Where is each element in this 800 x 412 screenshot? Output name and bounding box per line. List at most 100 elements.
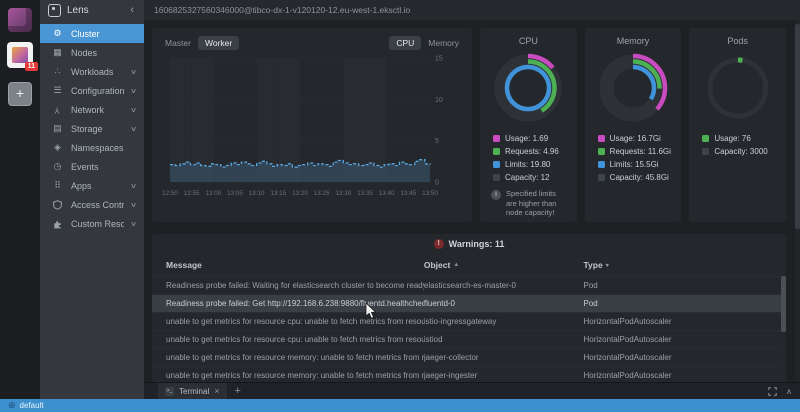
cluster-name: 1606825327560346000@tibco-dx-1-v120120-1… <box>154 5 411 15</box>
legend-item: Capacity: 12 <box>493 171 577 184</box>
legend-swatch <box>493 135 500 142</box>
chevron-down-icon: ∨ <box>129 87 138 95</box>
table-scrollbar-thumb[interactable] <box>781 276 786 332</box>
tab-master[interactable]: Master <box>158 36 198 50</box>
legend-label: Requests: 11.6Gi <box>609 147 671 156</box>
new-terminal-button[interactable]: + <box>235 385 241 397</box>
legend-label: Usage: 1.69 <box>505 134 549 143</box>
svg-text:13:20: 13:20 <box>292 190 308 197</box>
main-scrollbar-thumb[interactable] <box>795 24 800 229</box>
tab-memory[interactable]: Memory <box>421 36 466 50</box>
expand-dock-icon[interactable] <box>768 386 777 396</box>
legend-swatch <box>702 148 710 155</box>
namespace-globe-icon: ⊕ <box>8 400 16 410</box>
svg-text:5: 5 <box>435 138 439 145</box>
table-row[interactable]: unable to get metrics for resource cpu: … <box>152 312 786 330</box>
cluster-cube-icon <box>12 47 28 63</box>
sidebar-header: Lens ‹ <box>40 0 144 20</box>
table-row[interactable]: unable to get metrics for resource cpu: … <box>152 330 786 348</box>
donut-chart-cpu <box>494 53 563 123</box>
svg-text:13:45: 13:45 <box>400 190 416 197</box>
metric-card-pods: Pods Usage: 76 Capacity: 3000 <box>689 28 787 222</box>
sort-icon: ▾ <box>605 262 609 269</box>
legend-item: Usage: 16.7Gi <box>597 132 682 145</box>
collapse-dock-icon[interactable]: ∧ <box>786 387 792 396</box>
warning-count-badge: 11 <box>24 62 38 71</box>
sidebar-collapse-icon[interactable]: ‹ <box>128 4 136 16</box>
active-namespace[interactable]: default <box>20 401 44 410</box>
legend-item: Limits: 15.5Gi <box>597 158 682 171</box>
cluster-title-bar: 1606825327560346000@tibco-dx-1-v120120-1… <box>144 0 800 20</box>
svg-text:13:00: 13:00 <box>205 190 221 197</box>
warnings-title: Warnings: 11 <box>448 239 505 249</box>
metric-card-cpu: CPU Usage: 1.69 Requests: 4.96 Limits: 19.8… <box>480 28 577 222</box>
column-message[interactable]: Message <box>166 260 424 270</box>
svg-text:10: 10 <box>435 97 443 104</box>
sidebar-item-cluster[interactable]: ⚙ Cluster <box>40 24 144 43</box>
donut-chart-pods <box>707 57 769 119</box>
donut-legend: Usage: 16.7Gi Requests: 11.6Gi Limits: 15.… <box>585 126 682 184</box>
namespaces-icon: ◈ <box>54 142 61 152</box>
svg-text:0: 0 <box>435 180 439 187</box>
sidebar-item-workloads[interactable]: ∴ Workloads ∨ <box>40 62 144 81</box>
active-cluster-icon[interactable]: 11 <box>7 42 38 71</box>
sidebar-nav: ⚙ Cluster ▦ Nodes ∴ Workloads ∨ ☰ Config… <box>40 24 144 233</box>
storage-icon: ▤ <box>53 123 62 133</box>
table-row[interactable]: Readiness probe failed: Waiting for elas… <box>152 276 786 294</box>
chart-tabs: Master Worker CPU Memory <box>158 34 466 52</box>
catalog-cube-icon[interactable] <box>8 8 32 32</box>
main-area: 1606825327560346000@tibco-dx-1-v120120-1… <box>144 0 800 399</box>
warnings-table-body: Readiness probe failed: Waiting for elas… <box>152 276 786 382</box>
puzzle-icon <box>51 218 64 228</box>
sort-asc-icon: ▲ <box>453 262 460 268</box>
legend-label: Requests: 4.96 <box>505 147 559 156</box>
svg-text:13:30: 13:30 <box>335 190 351 197</box>
cluster-gear-icon: ⚙ <box>53 28 62 38</box>
chevron-down-icon: ∨ <box>129 182 138 190</box>
close-terminal-icon[interactable]: × <box>214 386 219 396</box>
legend-swatch <box>597 161 605 168</box>
table-row-hovered[interactable]: Readiness probe failed: Get http://192.1… <box>152 294 786 312</box>
sidebar-item-apps[interactable]: ⠿ Apps ∨ <box>40 176 144 195</box>
donut-legend: Usage: 76 Capacity: 3000 <box>689 126 786 158</box>
sidebar-item-namespaces[interactable]: ◈ Namespaces <box>40 138 144 157</box>
legend-item: Requests: 4.96 <box>493 145 577 158</box>
lens-logo-icon <box>48 3 61 17</box>
svg-text:13:05: 13:05 <box>227 190 243 197</box>
svg-text:15: 15 <box>435 56 443 63</box>
legend-item: Requests: 11.6Gi <box>597 145 682 158</box>
column-object[interactable]: Object ▲ <box>424 260 584 270</box>
metric-card-memory: Memory Usage: 16.7Gi Requests: 11.6Gi Limit… <box>584 28 682 222</box>
chevron-down-icon: ∨ <box>129 220 138 228</box>
legend-swatch <box>597 174 605 181</box>
cluster-overview: Master Worker CPU Memory 0 5 10 15 12:50 12:5… <box>144 20 800 382</box>
configuration-icon: ☰ <box>53 85 62 95</box>
table-row[interactable]: unable to get metrics for resource memor… <box>152 348 786 366</box>
terminal-tab[interactable]: >_ Terminal × <box>158 383 227 399</box>
legend-label: Limits: 15.5Gi <box>609 160 659 169</box>
table-row[interactable]: unable to get metrics for resource memor… <box>152 366 786 382</box>
chevron-down-icon: ∨ <box>129 68 138 76</box>
info-icon: i <box>491 190 501 200</box>
svg-text:13:25: 13:25 <box>314 190 330 197</box>
tab-worker[interactable]: Worker <box>197 36 240 50</box>
legend-swatch <box>493 174 500 181</box>
sidebar-item-events[interactable]: ◷ Events <box>40 157 144 176</box>
sidebar-item-configuration[interactable]: ☰ Configuration ∨ <box>40 81 144 100</box>
column-type[interactable]: Type ▾ <box>584 260 781 270</box>
metric-title: CPU <box>518 36 538 46</box>
chevron-down-icon: ∨ <box>129 106 138 114</box>
sidebar-item-access-control[interactable]: Access Control ∨ <box>40 195 144 214</box>
legend-label: Limits: 19.80 <box>505 160 551 169</box>
events-clock-icon: ◷ <box>53 161 62 171</box>
sidebar-item-storage[interactable]: ▤ Storage ∨ <box>40 119 144 138</box>
tab-cpu[interactable]: CPU <box>389 36 422 50</box>
add-cluster-button[interactable]: + <box>8 82 32 106</box>
sidebar-item-custom-resources[interactable]: Custom Resources ∨ <box>40 214 144 233</box>
legend-item: Limits: 19.80 <box>493 158 577 171</box>
sidebar-item-network[interactable]: Y Network ∨ <box>40 100 144 119</box>
sidebar-item-nodes[interactable]: ▦ Nodes <box>40 43 144 62</box>
cpu-usage-chart-card: Master Worker CPU Memory 0 5 10 15 12:50 12:5… <box>152 28 472 222</box>
svg-text:13:35: 13:35 <box>357 190 373 197</box>
note-text: Specified limits are higher than node ca… <box>506 189 557 217</box>
